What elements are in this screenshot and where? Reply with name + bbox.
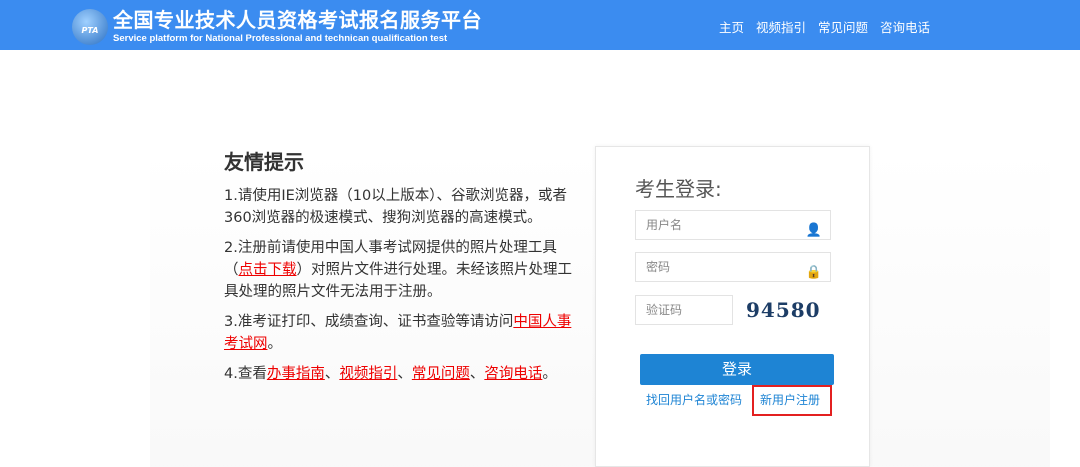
header: PTA 全国专业技术人员资格考试报名服务平台 Service platform …	[0, 0, 1080, 50]
lock-icon: 🔒	[805, 265, 822, 280]
tip-2: 2.注册前请使用中国人事考试网提供的照片处理工具（点击下载）对照片文件进行处理。…	[224, 237, 584, 303]
pta-logo: PTA	[72, 9, 108, 45]
faq-link[interactable]: 常见问题	[412, 366, 470, 382]
nav-video-guide[interactable]: 视频指引	[756, 17, 806, 36]
tip-3: 3.准考证打印、成绩查询、证书查验等请访问中国人事考试网。	[224, 311, 584, 355]
username-placeholder: 用户名	[646, 218, 683, 232]
tip-text: 3.准考证打印、成绩查询、证书查验等请访问	[224, 314, 514, 330]
site-title: 全国专业技术人员资格考试报名服务平台	[113, 8, 482, 32]
download-link[interactable]: 点击下载	[239, 262, 297, 278]
guide-link[interactable]: 办事指南	[267, 366, 325, 382]
video-link[interactable]: 视频指引	[339, 366, 397, 382]
nav-home[interactable]: 主页	[719, 17, 744, 36]
tips-section: 友情提示 1.请使用IE浏览器（10以上版本）、谷歌浏览器，或者360浏览器的极…	[224, 146, 584, 393]
site-subtitle: Service platform for National Profession…	[113, 33, 448, 44]
user-icon: 👤	[805, 223, 822, 238]
register-highlight-box	[752, 385, 832, 416]
password-input[interactable]: 密码 🔒	[635, 252, 831, 282]
tips-heading: 友情提示	[224, 150, 304, 174]
tip-text: 。	[267, 336, 283, 352]
username-input[interactable]: 用户名 👤	[635, 210, 831, 240]
contact-link[interactable]: 咨询电话	[484, 366, 542, 382]
tip-1: 1.请使用IE浏览器（10以上版本）、谷歌浏览器，或者360浏览器的极速模式、搜…	[224, 188, 567, 226]
forgot-link[interactable]: 找回用户名或密码	[646, 391, 742, 408]
login-button[interactable]: 登录	[640, 354, 834, 385]
separator: 、	[469, 366, 485, 382]
captcha-image[interactable]: 94580	[746, 298, 821, 322]
login-title: 考生登录:	[635, 177, 722, 201]
tip-4: 4.查看办事指南、视频指引、常见问题、咨询电话。	[224, 363, 584, 385]
login-panel: 考生登录: 用户名 👤 密码 🔒 验证码 94580 登录 找回用户名或密码 新用户…	[595, 146, 870, 467]
captcha-placeholder: 验证码	[646, 303, 683, 317]
tip-text: 4.查看	[224, 366, 267, 382]
separator: 、	[397, 366, 412, 382]
nav-faq[interactable]: 常见问题	[818, 17, 868, 36]
nav-contact[interactable]: 咨询电话	[880, 17, 930, 36]
tip-text: 。	[542, 366, 557, 382]
password-placeholder: 密码	[646, 260, 671, 274]
separator: 、	[324, 366, 340, 382]
top-nav: 主页 视频指引 常见问题 咨询电话	[719, 17, 930, 36]
captcha-input[interactable]: 验证码	[635, 295, 733, 325]
